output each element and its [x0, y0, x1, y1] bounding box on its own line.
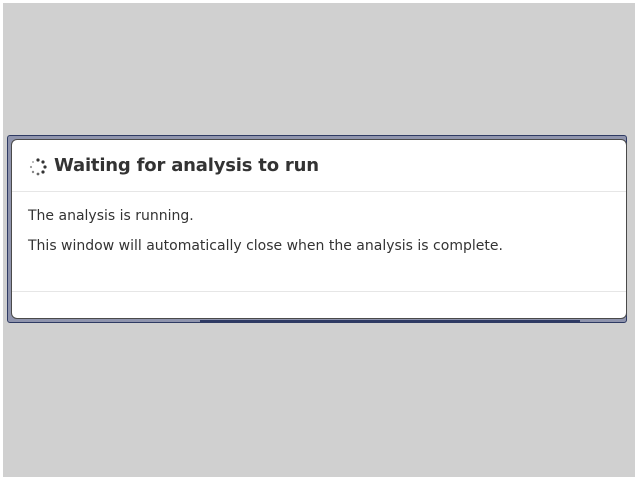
- modal-footer: [12, 292, 626, 318]
- info-message: This window will automatically close whe…: [28, 238, 503, 254]
- underlying-window-edge: [200, 320, 580, 322]
- modal-header: Waiting for analysis to run: [12, 140, 626, 192]
- modal-title: Waiting for analysis to run: [54, 155, 319, 176]
- analysis-wait-dialog: Waiting for analysis to run The analysis…: [11, 139, 627, 319]
- status-message: The analysis is running.: [28, 208, 194, 224]
- spinner-icon: [28, 157, 48, 177]
- modal-body: The analysis is running. This window wil…: [12, 192, 626, 292]
